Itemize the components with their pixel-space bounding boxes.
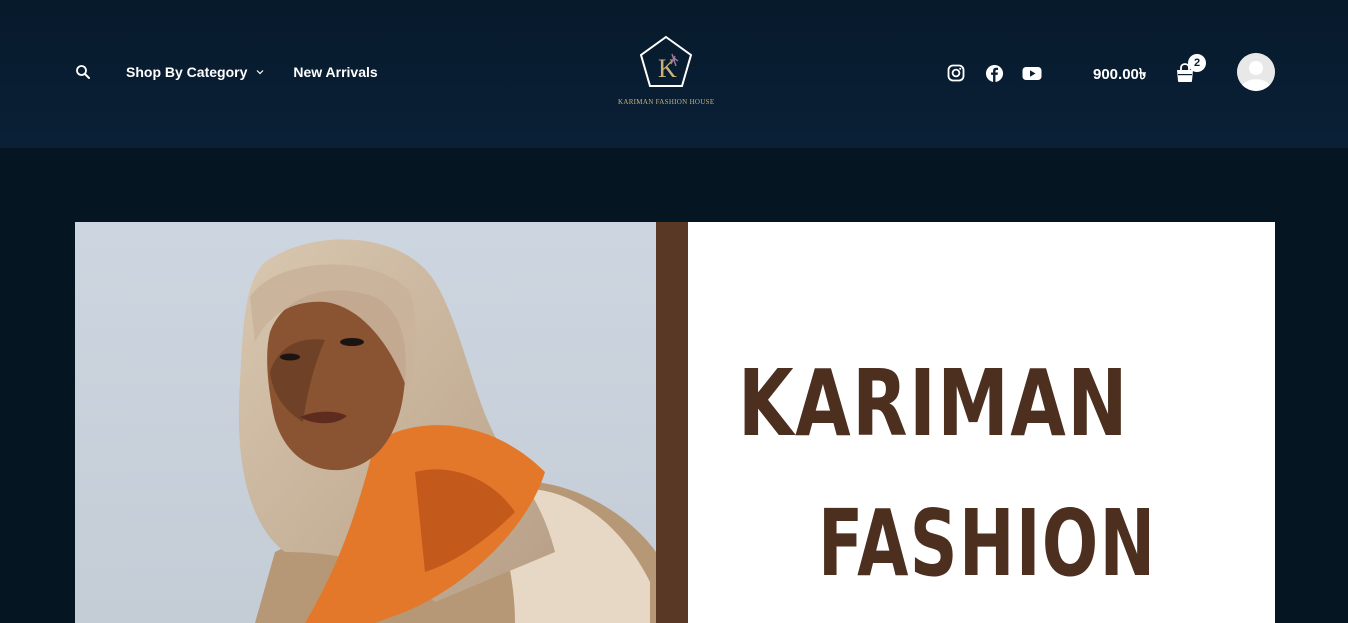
nav-shop-by-category[interactable]: Shop By Category bbox=[126, 64, 265, 80]
hero-brand-line-2: FASHION bbox=[818, 490, 1157, 597]
site-logo[interactable]: K KARIMAN FASHION HOUSE bbox=[618, 34, 714, 114]
social-links bbox=[946, 63, 1060, 83]
cart-count-badge: 2 bbox=[1188, 54, 1206, 72]
main-nav: Shop By Category New Arrivals bbox=[74, 62, 378, 82]
hero-brand-panel: KARIMAN FASHION bbox=[688, 222, 1275, 623]
logo-tagline: KARIMAN FASHION HOUSE bbox=[618, 98, 715, 106]
search-icon[interactable] bbox=[74, 63, 92, 81]
user-avatar[interactable] bbox=[1237, 53, 1275, 91]
nav-new-arrivals[interactable]: New Arrivals bbox=[293, 64, 377, 80]
youtube-icon[interactable] bbox=[1022, 63, 1042, 83]
logo-pentagon-icon: K bbox=[639, 35, 693, 87]
user-icon bbox=[1237, 53, 1275, 91]
instagram-icon[interactable] bbox=[946, 63, 966, 83]
nav-shop-by-category-label: Shop By Category bbox=[126, 64, 248, 80]
hero-divider-bar bbox=[656, 222, 688, 623]
chevron-down-icon bbox=[256, 70, 264, 75]
hero-brand-line-1: KARIMAN bbox=[738, 350, 1130, 457]
cart-total[interactable]: 900.00৳ bbox=[1093, 63, 1146, 88]
hero-banner[interactable]: KARIMAN FASHION bbox=[75, 222, 1275, 623]
facebook-icon[interactable] bbox=[984, 63, 1004, 83]
hero-model-photo bbox=[75, 222, 656, 623]
site-header: Shop By Category New Arrivals K KARIMAN … bbox=[0, 0, 1348, 148]
